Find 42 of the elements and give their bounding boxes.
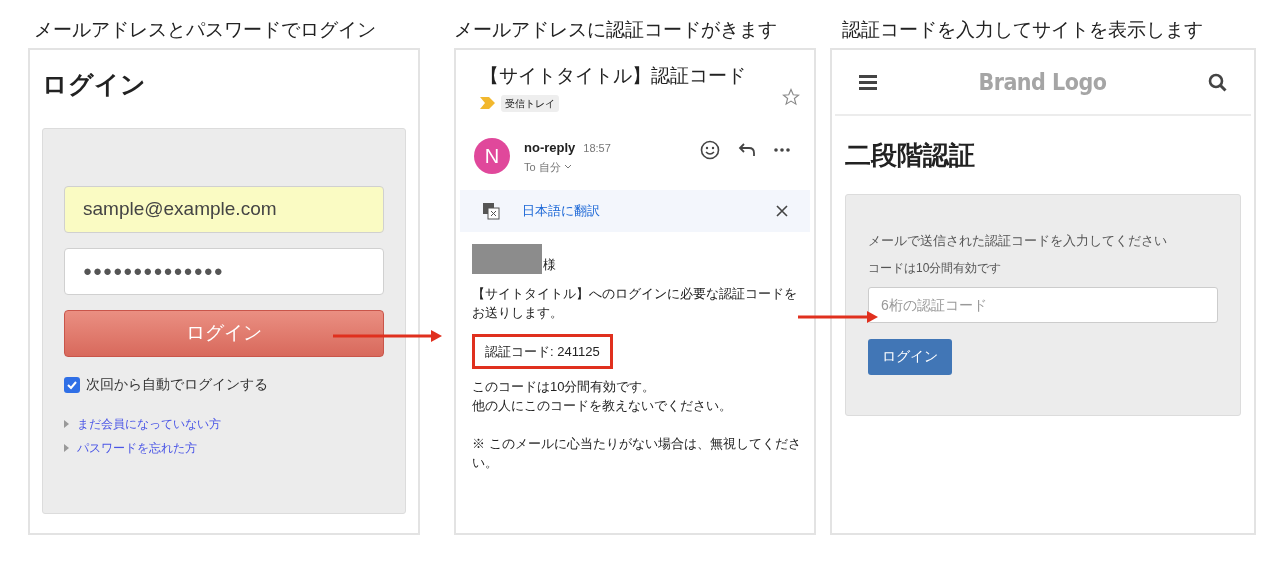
verification-code: 認証コード: 241125: [472, 333, 613, 369]
page-title: ログイン: [42, 69, 147, 100]
email-line: 他の人にこのコードを教えないでください。: [472, 396, 733, 415]
triangle-icon: [64, 420, 69, 428]
close-icon[interactable]: [776, 204, 788, 217]
email-line: このコードは10分間有効です。: [472, 377, 657, 396]
sender-name: no-reply: [524, 138, 576, 157]
text-link[interactable]: まだ会員になっていない方: [77, 415, 221, 433]
more-icon[interactable]: [774, 147, 790, 152]
reply-icon[interactable]: [738, 141, 756, 158]
email-field[interactable]: sample@example.com: [64, 186, 384, 233]
redaction-block: [472, 243, 542, 274]
login-button[interactable]: ログイン: [64, 310, 384, 357]
sender-avatar: N: [474, 137, 510, 174]
login-button[interactable]: ログイン: [868, 338, 952, 375]
recipient-label: To 自分: [524, 160, 561, 175]
chevron-icon[interactable]: [563, 164, 572, 171]
password-field[interactable]: ●●●●●●●●●●●●●●: [64, 248, 384, 295]
smiley-icon[interactable]: [700, 139, 720, 160]
checkbox-label: 次回から自動でログインする: [86, 375, 268, 394]
triangle-icon: [64, 444, 69, 452]
email-subject: 【サイトタイトル】認証コード: [480, 64, 746, 88]
menu-icon[interactable]: [859, 74, 877, 90]
translate-link[interactable]: 日本語に翻訳: [522, 200, 600, 221]
label-tag: 受信トレイ: [501, 94, 559, 112]
hint-text: コードは10分間有効です: [868, 259, 1003, 277]
checkbox[interactable]: [64, 376, 80, 393]
page-title: 二段階認証: [845, 139, 976, 172]
translate-icon[interactable]: [482, 201, 500, 220]
email-paragraph: ※ このメールに心当たりがない場合は、無視してください。: [472, 434, 802, 472]
text-link[interactable]: パスワードを忘れた方: [77, 439, 197, 457]
sent-time: 18:57: [583, 140, 611, 156]
label-icon: [480, 97, 495, 109]
honorific-text: 様: [543, 255, 556, 274]
email-paragraph: 【サイトタイトル】へのログインに必要な認証コードをお送りします。: [472, 284, 798, 322]
step-caption: メールアドレスとパスワードでログイン: [33, 18, 377, 42]
code-field[interactable]: 6桁の認証コード: [868, 286, 1218, 323]
step-caption: メールアドレスに認証コードがきます: [454, 18, 778, 42]
step-caption: 認証コードを入力してサイトを表示します: [841, 18, 1204, 42]
star-icon[interactable]: [782, 88, 800, 106]
search-icon[interactable]: [1208, 72, 1227, 92]
instruction-text: メールで送信された認証コードを入力してください: [868, 232, 1168, 250]
